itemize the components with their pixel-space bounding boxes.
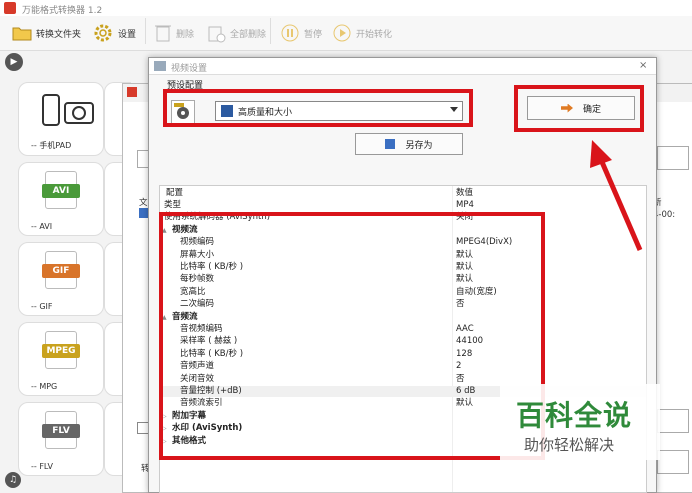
watermark: 百科全说 助你轻松解决	[500, 384, 660, 460]
watermark-subtitle: 助你轻松解决	[524, 436, 615, 454]
watermark-title: 百科全说	[516, 399, 633, 432]
